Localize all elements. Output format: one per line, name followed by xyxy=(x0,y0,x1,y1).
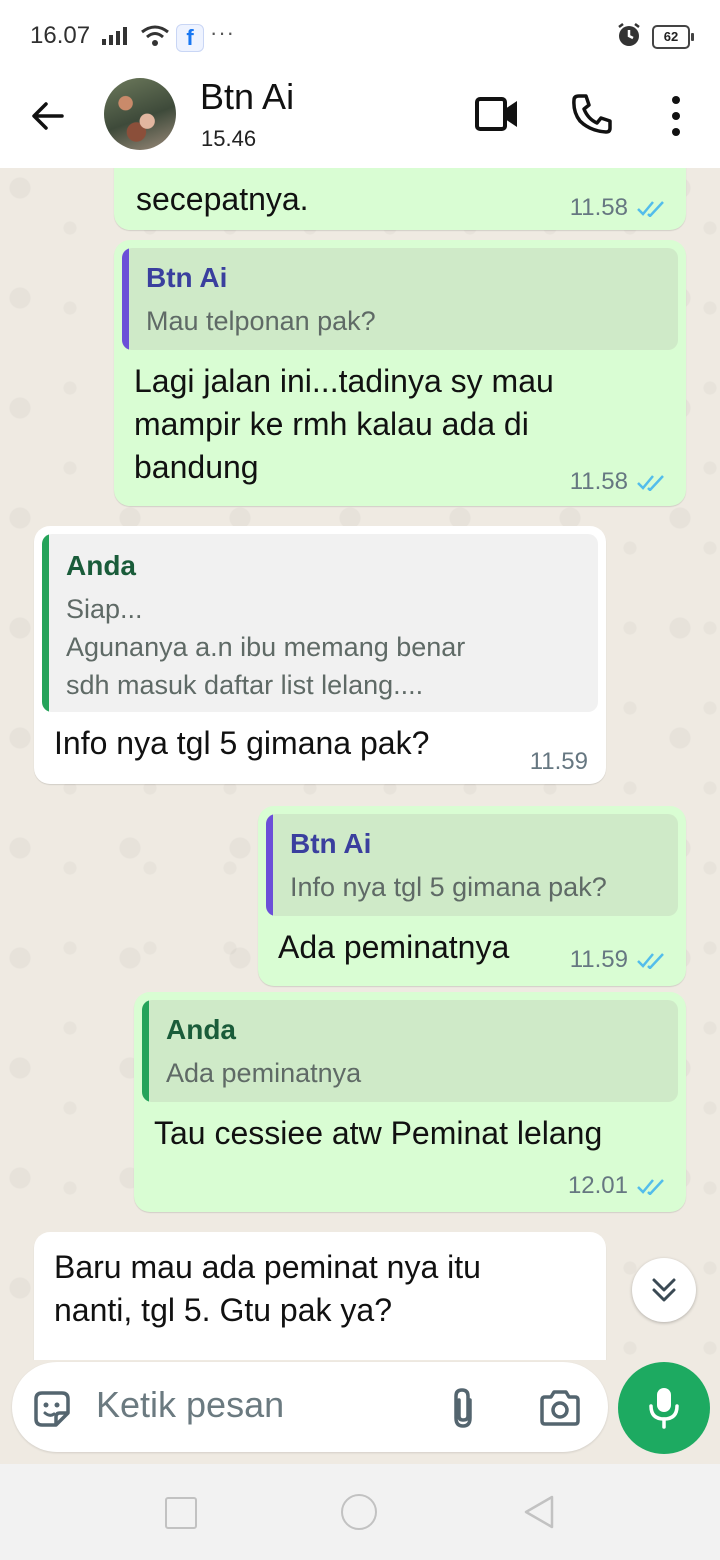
quote-text: Ada peminatnya xyxy=(166,1058,362,1088)
paperclip-icon[interactable] xyxy=(446,1386,480,1430)
contact-name[interactable]: Btn Ai xyxy=(200,76,294,118)
more-vertical-icon[interactable] xyxy=(666,94,686,138)
recents-icon[interactable] xyxy=(165,1497,197,1529)
message-bubble-incoming[interactable]: Baru mau ada peminat nya itu nanti, tgl … xyxy=(34,1232,606,1360)
message-time: 11.58 xyxy=(569,468,628,495)
back-triangle-icon[interactable] xyxy=(522,1494,556,1530)
message-text: Lagi jalan ini...tadinya sy mau mampir k… xyxy=(134,363,554,485)
message-time: 12.01 xyxy=(567,1172,628,1199)
quote-sender: Anda xyxy=(166,1014,236,1045)
last-seen[interactable]: 15.46 xyxy=(201,126,256,152)
message-time: 11.59 xyxy=(529,748,588,775)
quoted-message[interactable]: Anda Ada peminatnya xyxy=(142,1000,678,1102)
message-text: Tau cessiee atw Peminat lelang xyxy=(154,1115,603,1151)
message-text: secepatnya. xyxy=(136,181,309,217)
home-icon[interactable] xyxy=(341,1494,377,1530)
arrow-left-icon[interactable] xyxy=(26,94,70,138)
quoted-message[interactable]: Btn Ai Info nya tgl 5 gimana pak? xyxy=(266,814,678,916)
quote-bar xyxy=(42,534,49,712)
video-camera-icon[interactable] xyxy=(474,94,520,134)
message-meta: 11.58 xyxy=(570,194,668,222)
message-list[interactable]: secepatnya. 11.58 Btn Ai Mau telponan pa… xyxy=(0,168,720,1360)
signal-icon xyxy=(102,27,127,45)
message-meta: 12.01 xyxy=(568,1172,668,1200)
message-bubble-outgoing[interactable]: Anda Ada peminatnya Tau cessiee atw Pemi… xyxy=(134,992,686,1212)
message-meta: 11.58 xyxy=(570,468,668,496)
double-check-read-icon xyxy=(637,475,664,491)
sticker-icon[interactable] xyxy=(30,1387,74,1431)
quote-bar xyxy=(122,248,129,350)
status-time: 16.07 xyxy=(30,22,91,49)
quote-sender: Anda xyxy=(66,550,136,581)
quote-sender: Btn Ai xyxy=(290,828,372,859)
chat-header: Btn Ai 15.46 xyxy=(0,70,720,169)
message-text: Ada peminatnya xyxy=(278,929,510,965)
quoted-message[interactable]: Anda Siap... Agunanya a.n ibu memang ben… xyxy=(42,534,598,712)
quote-text: Info nya tgl 5 gimana pak? xyxy=(290,872,607,902)
wifi-icon xyxy=(141,25,169,46)
double-check-read-icon xyxy=(637,201,664,217)
quote-bar xyxy=(266,814,273,916)
more-notifications-icon: ··· xyxy=(210,20,235,45)
message-text: Info nya tgl 5 gimana pak? xyxy=(54,725,430,761)
message-time: 11.59 xyxy=(569,946,628,973)
message-input[interactable]: Ketik pesan xyxy=(96,1384,284,1426)
message-bubble-incoming[interactable]: Anda Siap... Agunanya a.n ibu memang ben… xyxy=(34,526,606,784)
message-time: 11.58 xyxy=(569,194,628,221)
facebook-notification-icon: f xyxy=(176,24,204,52)
message-bubble-outgoing[interactable]: Btn Ai Info nya tgl 5 gimana pak? Ada pe… xyxy=(258,806,686,986)
phone-icon[interactable] xyxy=(570,92,614,136)
quote-text: Mau telponan pak? xyxy=(146,306,376,336)
scroll-to-bottom-button[interactable] xyxy=(632,1258,696,1322)
message-bubble-outgoing[interactable]: secepatnya. 11.58 xyxy=(114,168,686,230)
message-composer[interactable]: Ketik pesan xyxy=(12,1362,608,1452)
message-bubble-outgoing[interactable]: Btn Ai Mau telponan pak? Lagi jalan ini.… xyxy=(114,240,686,506)
double-check-read-icon xyxy=(637,953,664,969)
contact-avatar[interactable] xyxy=(104,78,176,150)
message-meta: 11.59 xyxy=(570,946,668,974)
microphone-button[interactable] xyxy=(618,1362,710,1454)
battery-indicator: 62 xyxy=(652,25,694,49)
message-meta: 11.59 xyxy=(530,748,588,776)
microphone-icon xyxy=(649,1388,679,1429)
quoted-message[interactable]: Btn Ai Mau telponan pak? xyxy=(122,248,678,350)
message-text: Baru mau ada peminat nya itu nanti, tgl … xyxy=(54,1249,481,1328)
system-navigation-bar xyxy=(0,1464,720,1560)
quote-sender: Btn Ai xyxy=(146,262,228,293)
camera-icon[interactable] xyxy=(538,1388,582,1428)
quote-text: Siap... Agunanya a.n ibu memang benar sd… xyxy=(66,594,466,700)
double-chevron-down-icon xyxy=(652,1278,676,1302)
alarm-icon xyxy=(618,23,640,46)
double-check-read-icon xyxy=(637,1179,664,1195)
status-bar: 16.07 f ··· 62 xyxy=(0,0,720,70)
quote-bar xyxy=(142,1000,149,1102)
